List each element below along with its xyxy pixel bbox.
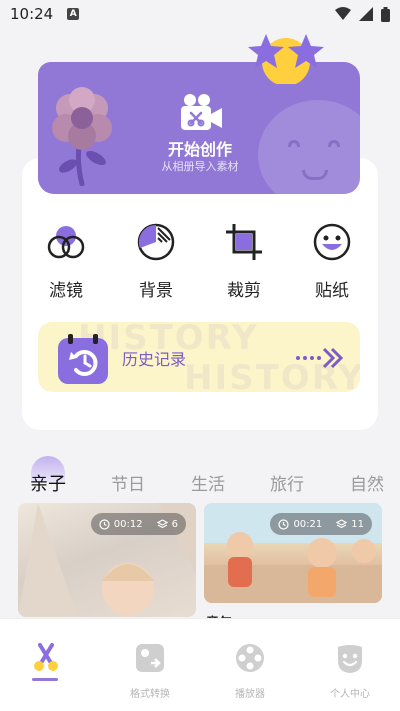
history-icon [58,334,108,384]
profile-icon [338,645,362,673]
signal-icon [359,7,373,21]
template-card-1[interactable]: 00:12 6 [18,503,196,617]
bottom-nav: 格式转换 播放器 个人中心 [0,618,400,711]
tab-category-family[interactable]: 亲子 [30,470,66,496]
star-eyes-emoji-icon [248,34,324,84]
battery-icon [381,6,390,22]
nav-item-profile[interactable]: 个人中心 [310,641,390,700]
notification-icon: A [67,8,80,20]
clock-icon [278,518,290,530]
tool-filter-label: 滤镜 [49,281,83,301]
tool-sticker-label: 贴纸 [315,281,349,301]
tool-background-label: 背景 [139,281,173,301]
sticker-icon [313,223,351,261]
nav-active-underline [32,678,58,681]
scissors-icon [34,643,58,671]
nav-label-profile: 个人中心 [330,689,370,700]
tool-filter[interactable]: 滤镜 [36,222,96,301]
tab-category-travel[interactable]: 旅行 [270,470,304,495]
layers-icon [156,518,168,528]
tool-background[interactable]: 背景 [126,222,186,301]
wifi-icon [335,7,351,20]
create-title: 开始创作 [167,140,232,159]
format-convert-icon [136,644,164,672]
filter-icon [47,226,85,259]
background-icon [137,223,175,261]
status-time: 10:24 [10,5,54,23]
tool-crop-label: 裁剪 [227,281,261,301]
crop-icon [226,224,262,260]
nav-label-format-convert: 格式转换 [130,689,170,700]
tool-crop[interactable]: 裁剪 [214,222,274,301]
template-badge-1: 00:12 6 [90,513,186,535]
status-bar: 10:24 A [0,0,400,28]
arrow-right-icon [296,347,344,369]
flower-decoration [52,87,112,186]
template-layers-2: 11 [351,518,364,530]
film-reel-icon [236,644,264,672]
template-layers-1: 6 [171,518,178,530]
tab-category-nature[interactable]: 自然 [350,470,384,495]
history-label: 历史记录 [122,350,187,369]
tab-category-life[interactable]: 生活 [191,470,225,495]
tab-category-festival[interactable]: 节日 [111,470,145,495]
create-subtitle: 从相册导入素材 [161,160,239,173]
tool-sticker[interactable]: 贴纸 [302,222,362,301]
layers-icon [336,518,348,528]
template-duration-1: 00:12 [113,518,143,530]
history-button[interactable]: HISTORY HISTORY 历史记录 [38,322,360,392]
nav-item-format-convert[interactable]: 格式转换 [110,641,190,700]
template-badge-2: 00:21 11 [270,513,372,535]
clock-icon [99,518,110,530]
template-card-2[interactable]: 00:21 11 [204,503,382,603]
smiley-decoration [258,100,360,194]
template-duration-2: 00:21 [293,518,323,530]
video-camera-icon [181,94,222,130]
nav-item-player[interactable]: 播放器 [210,641,290,700]
nav-label-player: 播放器 [235,689,265,700]
